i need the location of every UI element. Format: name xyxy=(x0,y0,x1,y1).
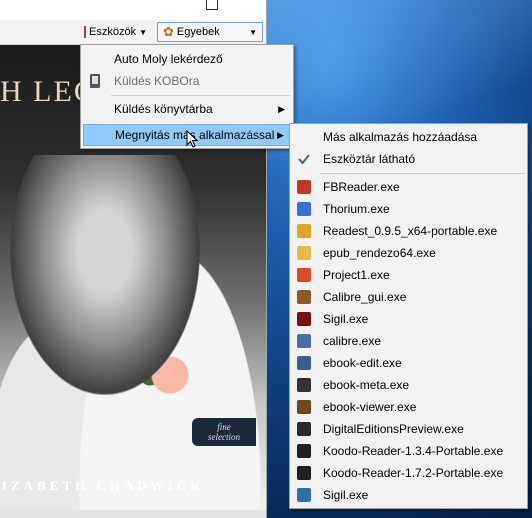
menu-item-label: calibre.exe xyxy=(323,334,382,348)
badge-line2: selection xyxy=(208,432,240,442)
open-with-submenu: Más alkalmazás hozzáadása Eszköztár láth… xyxy=(289,123,528,509)
chevron-right-icon: ▶ xyxy=(277,129,284,140)
menu-item-app[interactable]: Koodo-Reader-1.3.4-Portable.exe xyxy=(292,440,525,462)
chevron-down-icon: ▼ xyxy=(249,27,257,37)
calibre-books-icon xyxy=(296,333,312,349)
egyebek-label: Egyebek xyxy=(176,26,220,38)
checkmark-icon xyxy=(296,151,312,167)
menu-item-toolbar-visible[interactable]: Eszköztár látható xyxy=(292,148,525,170)
book-icon xyxy=(84,26,86,38)
menu-separator xyxy=(111,95,291,96)
menu-item-app[interactable]: ebook-meta.exe xyxy=(292,374,525,396)
menu-item-app[interactable]: FBReader.exe xyxy=(292,176,525,198)
chevron-down-icon: ▼ xyxy=(139,27,147,37)
menu-item-label: Thorium.exe xyxy=(323,202,390,216)
menu-item-label: FBReader.exe xyxy=(323,180,400,194)
chevron-right-icon: ▶ xyxy=(278,103,285,114)
menu-item-app[interactable]: epub_rendezo64.exe xyxy=(292,242,525,264)
fine-selection-badge: fine selection xyxy=(192,418,256,446)
menu-item-label: ebook-edit.exe xyxy=(323,356,402,370)
menu-item-label: Sigil.exe xyxy=(323,488,369,502)
calibre-icon xyxy=(296,289,312,305)
menu-item-label: Más alkalmazás hozzáadása xyxy=(323,130,478,144)
adobe-de-icon xyxy=(296,421,312,437)
menu-item-label: Koodo-Reader-1.3.4-Portable.exe xyxy=(323,444,504,458)
menu-separator xyxy=(320,173,525,174)
menu-item-label: Project1.exe xyxy=(323,268,390,282)
menu-item-label: Readest_0.9.5_x64-portable.exe xyxy=(323,224,498,238)
fbreader-icon xyxy=(296,179,312,195)
title-bar xyxy=(0,0,266,20)
menu-item-app[interactable]: DigitalEditionsPreview.exe xyxy=(292,418,525,440)
koodo-icon xyxy=(296,443,312,459)
sigil-blue-icon xyxy=(296,487,312,503)
menu-item-app[interactable]: Sigil.exe xyxy=(292,308,525,330)
cover-author: IZABETH CHADWICK xyxy=(2,478,205,493)
menu-item-label: Sigil.exe xyxy=(323,312,369,326)
menu-item-app[interactable]: Project1.exe xyxy=(292,264,525,286)
cover-gauntlet-art xyxy=(10,155,200,395)
menu-item-label: Auto Moly lekérdező xyxy=(114,52,223,66)
ereader-icon xyxy=(87,73,103,89)
menu-item-app[interactable]: ebook-edit.exe xyxy=(292,352,525,374)
menu-item-app[interactable]: Koodo-Reader-1.7.2-Portable.exe xyxy=(292,462,525,484)
mouse-cursor-icon xyxy=(186,130,199,148)
menu-item-app[interactable]: calibre.exe xyxy=(292,330,525,352)
menu-item-label: Eszköztár látható xyxy=(323,152,416,166)
menu-item-label: ebook-viewer.exe xyxy=(323,400,417,414)
menu-item-label: ebook-meta.exe xyxy=(323,378,410,392)
maximize-icon[interactable] xyxy=(206,0,218,10)
ebook-edit-icon xyxy=(296,355,312,371)
thorium-icon xyxy=(296,201,312,217)
readest-icon xyxy=(296,223,312,239)
menu-item-app[interactable]: Thorium.exe xyxy=(292,198,525,220)
menu-item-label: DigitalEditionsPreview.exe xyxy=(323,422,464,436)
menu-item-label: epub_rendezo64.exe xyxy=(323,246,436,260)
menu-item-add-application[interactable]: Más alkalmazás hozzáadása xyxy=(292,126,525,148)
menu-item-auto-moly[interactable]: Auto Moly lekérdező xyxy=(83,48,291,70)
folder-icon xyxy=(296,245,312,261)
menu-item-label: Küldés könyvtárba xyxy=(114,102,213,116)
menu-item-label: Calibre_gui.exe xyxy=(323,290,407,304)
toolbar: Eszközök ▼ ✿ Egyebek ▼ xyxy=(0,20,266,45)
sigil-icon xyxy=(296,311,312,327)
koodo-icon xyxy=(296,465,312,481)
menu-item-app[interactable]: ebook-viewer.exe xyxy=(292,396,525,418)
menu-item-kuldes-kobora: Küldés KOBOra xyxy=(83,70,291,92)
menu-item-app[interactable]: Calibre_gui.exe xyxy=(292,286,525,308)
ebook-viewer-icon xyxy=(296,399,312,415)
status-bar xyxy=(0,510,266,518)
eszkozok-button[interactable]: Eszközök ▼ xyxy=(78,22,152,42)
menu-item-kuldes-konyvtarba[interactable]: Küldés könyvtárba ▶ xyxy=(83,98,291,120)
menu-item-label: Koodo-Reader-1.7.2-Portable.exe xyxy=(323,466,504,480)
egyebek-button[interactable]: ✿ Egyebek ▼ xyxy=(157,22,263,42)
menu-item-app[interactable]: Readest_0.9.5_x64-portable.exe xyxy=(292,220,525,242)
badge-line1: fine xyxy=(217,422,231,432)
menu-item-app[interactable]: Sigil.exe xyxy=(292,484,525,506)
project-icon xyxy=(296,267,312,283)
eszkozok-label: Eszközök xyxy=(89,26,137,38)
gear-icon: ✿ xyxy=(163,24,174,39)
menu-item-label: Küldés KOBOra xyxy=(114,74,200,88)
ebook-meta-icon xyxy=(296,377,312,393)
